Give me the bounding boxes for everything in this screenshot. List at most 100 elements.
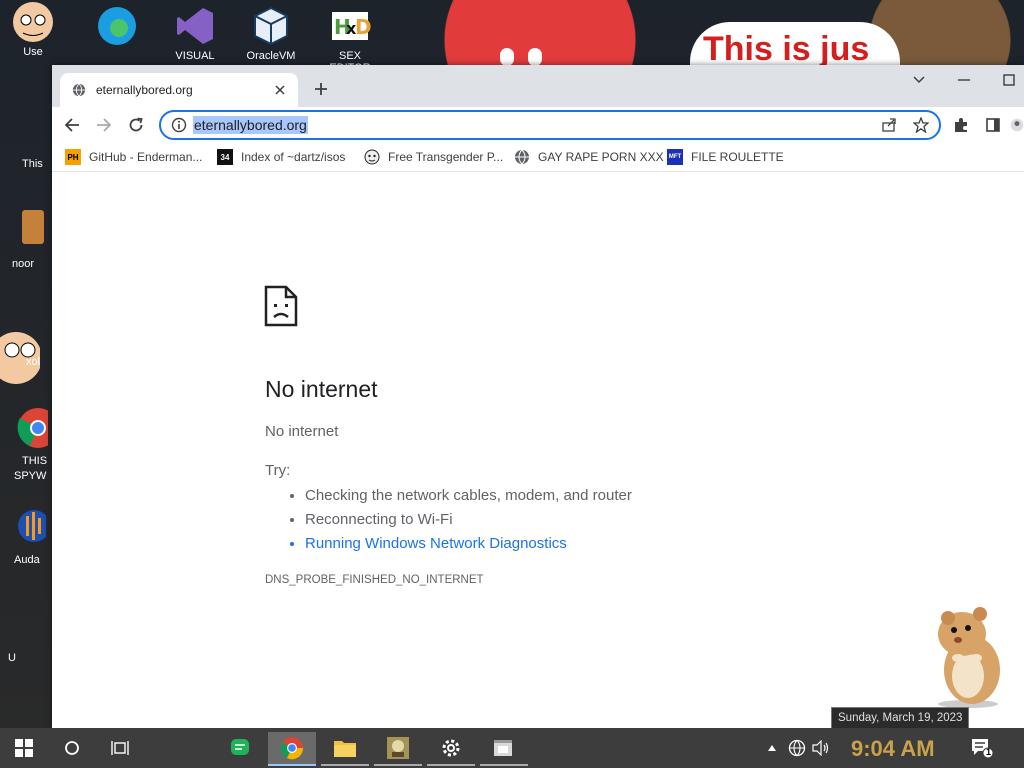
- sad-page-icon: [264, 285, 298, 327]
- suggestion-item: Reconnecting to Wi-Fi: [305, 508, 632, 532]
- desktop-left-icons: This noor xol THIS SPYW Auda U: [0, 60, 52, 730]
- desktop-icon-use[interactable]: Use: [6, 0, 60, 58]
- folder-icon: [334, 741, 356, 757]
- globe-icon: [72, 83, 86, 97]
- gear-icon: [442, 739, 460, 757]
- reload-button[interactable]: [123, 112, 149, 138]
- taskbar-app-green[interactable]: [216, 732, 264, 766]
- side-panel-icon: [986, 118, 1000, 132]
- date-tooltip: Sunday, March 19, 2023: [831, 707, 970, 729]
- search-button[interactable]: [48, 728, 96, 768]
- desktop-icon-label[interactable]: This: [22, 158, 43, 170]
- folder-icon: [22, 210, 44, 244]
- bookmark-star-button[interactable]: [911, 115, 931, 135]
- back-button[interactable]: [59, 112, 85, 138]
- tab-strip: eternallybored.org: [52, 65, 1024, 107]
- network-diagnostics-link[interactable]: Running Windows Network Diagnostics: [305, 532, 632, 556]
- desktop-icon-label[interactable]: xol: [26, 356, 40, 368]
- svg-text:D: D: [355, 15, 372, 39]
- visual-studio-icon: [177, 8, 213, 44]
- desktop-icon-label: Use: [23, 46, 43, 58]
- profile-button[interactable]: [1010, 112, 1024, 138]
- browser-toolbar: eternallybored.org: [52, 107, 1024, 143]
- hamster-mascot[interactable]: [928, 604, 1008, 708]
- extensions-button[interactable]: [948, 112, 974, 138]
- browser-window: eternallybored.org eternallybored.org PH…: [52, 65, 1024, 728]
- chevron-up-icon: [768, 745, 776, 751]
- show-hidden-icons-button[interactable]: [764, 728, 780, 768]
- notification-center-button[interactable]: 1: [962, 728, 1002, 768]
- desktop-icon-visual-studio[interactable]: VISUAL: [168, 4, 222, 62]
- chat-bubble-icon: [231, 739, 249, 755]
- taskbar-app-file-explorer[interactable]: [321, 732, 369, 766]
- taskbar-clock[interactable]: 9:04 AM: [851, 736, 935, 762]
- chevron-down-icon: [913, 76, 925, 84]
- bookmark-globe-site[interactable]: GAY RAPE PORN XXX: [514, 148, 664, 166]
- edge-icon: [98, 7, 136, 45]
- virtualbox-icon: [254, 6, 288, 46]
- arrow-right-icon: [97, 118, 112, 132]
- taskbar-app-window[interactable]: [480, 732, 528, 766]
- info-icon[interactable]: [171, 117, 187, 133]
- address-bar[interactable]: eternallybored.org: [159, 110, 941, 140]
- close-tab-button[interactable]: [270, 80, 290, 100]
- puzzle-icon: [955, 118, 967, 132]
- chrome-icon: [17, 408, 48, 448]
- close-icon: [275, 85, 285, 95]
- volume-button[interactable]: [810, 728, 832, 768]
- bookmark-label: GitHub - Enderman...: [89, 150, 203, 164]
- bookmark-index-dartz[interactable]: 34 Index of ~dartz/isos: [217, 148, 345, 166]
- desktop-icon-oraclevm[interactable]: OracleVM: [244, 4, 298, 62]
- windows-icon: [15, 739, 33, 757]
- desktop-icon-edge[interactable]: [90, 4, 144, 50]
- mft-icon: MFT: [667, 149, 683, 165]
- tab-search-button[interactable]: [904, 69, 934, 91]
- ph-icon: PH: [65, 149, 81, 165]
- desktop-icon-hex-editor[interactable]: HxD SEX EDITOR: [323, 4, 377, 74]
- maximize-icon: [1003, 74, 1015, 86]
- globe-icon: [515, 149, 529, 165]
- banner-text: This is jus: [703, 30, 870, 68]
- taskbar-app-game[interactable]: [374, 732, 422, 766]
- tab-eternallybored[interactable]: eternallybored.org: [60, 73, 298, 107]
- start-button[interactable]: [0, 728, 48, 768]
- star-icon: [913, 117, 929, 133]
- plus-icon: [315, 83, 327, 95]
- network-button[interactable]: [786, 728, 808, 768]
- taskbar-app-chrome[interactable]: [268, 732, 316, 766]
- minimize-button[interactable]: [949, 69, 979, 91]
- maximize-button[interactable]: [994, 69, 1024, 91]
- taskbar-app-settings[interactable]: [427, 732, 475, 766]
- game-icon: [387, 737, 409, 759]
- bookmark-file-roulette[interactable]: MFT FILE ROULETTE: [667, 148, 784, 166]
- desktop-icon-label[interactable]: Auda: [14, 554, 40, 566]
- face-icon: [364, 149, 380, 165]
- desktop-icon-label[interactable]: THIS: [22, 455, 47, 467]
- address-bar-url[interactable]: eternallybored.org: [193, 116, 308, 134]
- forward-button[interactable]: [91, 112, 117, 138]
- audacity-icon: [18, 510, 46, 542]
- cortana-icon: [65, 741, 79, 755]
- index-icon: 34: [217, 149, 233, 165]
- bookmark-free-transgender[interactable]: Free Transgender P...: [364, 148, 503, 166]
- share-button[interactable]: [879, 115, 899, 135]
- task-view-icon: [111, 741, 129, 755]
- desktop-icon-label[interactable]: SPYW: [14, 470, 46, 482]
- error-page: No internet No internet Try: Checking th…: [52, 172, 1024, 728]
- error-code: DNS_PROBE_FINISHED_NO_INTERNET: [265, 574, 484, 586]
- desktop-icon-label: VISUAL: [175, 50, 215, 62]
- side-panel-button[interactable]: [980, 112, 1006, 138]
- cartoon-face-icon: [13, 2, 53, 42]
- notification-count: 1: [986, 747, 992, 757]
- desktop-icon-label[interactable]: U: [8, 652, 16, 664]
- tab-title: eternallybored.org: [96, 83, 193, 97]
- task-view-button[interactable]: [96, 728, 144, 768]
- bookmark-github[interactable]: PH GitHub - Enderman...: [65, 148, 202, 166]
- try-label: Try:: [265, 462, 291, 479]
- bookmark-label: Index of ~dartz/isos: [241, 150, 346, 164]
- speaker-icon: [812, 740, 829, 756]
- desktop-icon-label[interactable]: noor: [12, 258, 34, 270]
- new-tab-button[interactable]: [310, 78, 332, 100]
- error-subtitle: No internet: [265, 423, 339, 440]
- desktop-icon-label: OracleVM: [246, 50, 296, 62]
